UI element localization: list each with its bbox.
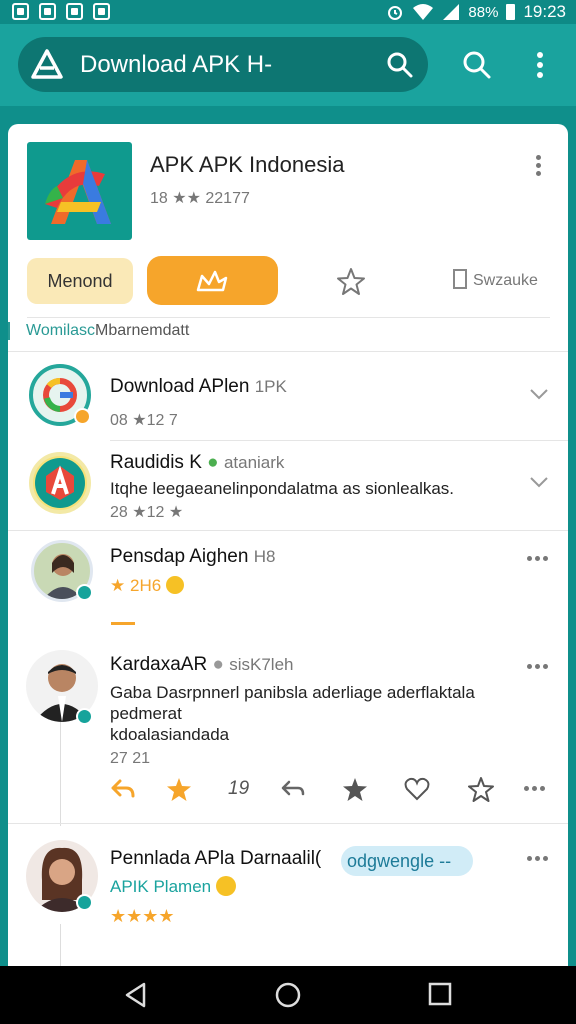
smile-emoji-icon <box>215 876 236 896</box>
alarm-icon <box>388 6 403 20</box>
apk-app-icon <box>35 458 85 508</box>
app-name: APK APK Indonesia <box>150 152 345 177</box>
notification-icons <box>12 3 110 20</box>
app-rating-meta: 18 ★★ 22177 <box>150 190 250 207</box>
divider <box>27 317 550 318</box>
review-author-extra: sisK7leh <box>229 655 294 674</box>
signal-icon <box>443 4 460 20</box>
home-icon[interactable] <box>275 982 301 1008</box>
heart-icon[interactable] <box>404 776 430 802</box>
verified-badge-icon <box>76 584 93 601</box>
repost-icon[interactable] <box>280 776 306 802</box>
item-title: Pensdap Aighen <box>110 546 249 567</box>
system-nav-bar <box>0 966 576 1024</box>
document-icon <box>453 269 467 289</box>
verified-badge-icon <box>76 894 93 911</box>
avatar <box>29 452 91 514</box>
camera-notification-icon <box>66 3 83 20</box>
apk-logo-icon <box>45 160 111 224</box>
review-body-line: pedmerat <box>110 704 182 723</box>
battery-icon <box>506 4 516 20</box>
item-rating-text: 2H6 <box>129 576 162 595</box>
more-actions-icon[interactable] <box>524 786 545 791</box>
section-label-accent: Womilasc <box>26 322 96 339</box>
review-body-line: Gaba Dasrpnnerl panibsla aderliage aderf… <box>110 683 475 702</box>
list-item[interactable]: Download APlen 1PK 08 ★12 7 <box>8 352 568 440</box>
menond-button[interactable]: Menond <box>27 258 133 304</box>
section-label-rest: Mbarnemdatt <box>95 322 190 339</box>
app-detail-card: APK APK Indonesia 18 ★★ 22177 Menond Swz… <box>8 124 568 966</box>
review-body: Gaba Dasrpnnerl panibsla aderliage aderf… <box>110 682 475 745</box>
star-outline-icon[interactable] <box>468 776 494 802</box>
item-title: Raudidis K <box>110 452 202 473</box>
item-options-icon[interactable] <box>527 556 548 561</box>
review-actions: 19 <box>110 776 556 806</box>
item-title: Pennlada APla Darnaalil( <box>110 848 322 869</box>
review-meta: 27 21 <box>110 750 151 767</box>
overflow-menu-icon[interactable] <box>530 50 550 80</box>
status-bar: 88% 19:23 <box>0 0 576 24</box>
item-subtitle: APIK Plamen <box>110 877 212 896</box>
gallery-notification-icon <box>12 3 29 20</box>
search-button-icon[interactable] <box>462 50 492 80</box>
check-notification-icon <box>93 3 110 20</box>
review-author: KardaxaAR <box>110 654 208 675</box>
app-notification-icon <box>39 3 56 20</box>
user-icon: ● <box>212 654 224 675</box>
app-options-icon[interactable] <box>536 154 542 176</box>
list-item[interactable]: Raudidis K ● ataniark Itqhe leegaeanelin… <box>8 440 568 530</box>
install-button[interactable] <box>147 256 278 305</box>
item-title-extra: ataniark <box>223 453 285 472</box>
rating-star-icon: ★ <box>110 576 126 595</box>
reply-icon[interactable] <box>110 776 136 802</box>
crown-icon <box>196 270 228 292</box>
list-item[interactable]: Pennlada APla Darnaalil( APIK Plamen ★★★… <box>8 824 568 966</box>
item-options-icon[interactable] <box>527 856 548 861</box>
chevron-down-icon[interactable] <box>529 388 549 400</box>
tag-chip[interactable]: odgwengle -- <box>341 846 473 876</box>
battery-level: 88% <box>468 3 499 21</box>
list-item[interactable]: Pensdap Aighen H8 ★ 2H6 <box>8 530 568 642</box>
back-icon[interactable] <box>124 982 148 1008</box>
app-store-logo-icon <box>31 49 63 79</box>
search-icon[interactable] <box>386 51 414 79</box>
chevron-down-icon[interactable] <box>529 476 549 488</box>
item-title-extra: H8 <box>253 547 276 566</box>
item-description: Itqhe leegaeanelinpondalatma as sionleal… <box>110 479 455 498</box>
emoji-icon <box>165 576 184 594</box>
item-title: Download APlen <box>110 376 250 397</box>
verified-badge-icon <box>74 408 91 425</box>
star-dark-icon[interactable] <box>342 776 368 802</box>
item-meta: 08 ★12 7 <box>110 412 178 429</box>
subscribe-button[interactable]: Swzauke <box>453 269 538 290</box>
search-bar-title: Download APK H- <box>80 51 273 78</box>
subscribe-label: Swzauke <box>473 272 538 289</box>
leaf-emoji-icon: ● <box>207 452 219 473</box>
item-title-extra: 1PK <box>254 377 287 396</box>
clock: 19:23 <box>523 2 566 21</box>
review-options-icon[interactable] <box>527 664 548 669</box>
favorite-star-icon[interactable] <box>336 267 366 297</box>
item-stars: ★★★★ <box>110 906 175 926</box>
review-body-line: kdoalasiandada <box>110 725 230 744</box>
action-count: 19 <box>228 778 250 799</box>
accent-indicator <box>111 622 135 625</box>
app-icon <box>27 142 132 240</box>
recents-icon[interactable] <box>428 982 452 1006</box>
app-bar: Download APK H- <box>0 24 576 106</box>
star-filled-icon[interactable] <box>166 776 192 802</box>
wifi-icon <box>413 4 434 20</box>
verified-badge-icon <box>76 708 93 725</box>
search-bar[interactable]: Download APK H- <box>18 37 428 92</box>
section-label: WomilascMbarnemdatt <box>8 322 189 340</box>
item-meta: 28 ★12 ★ <box>110 504 184 521</box>
